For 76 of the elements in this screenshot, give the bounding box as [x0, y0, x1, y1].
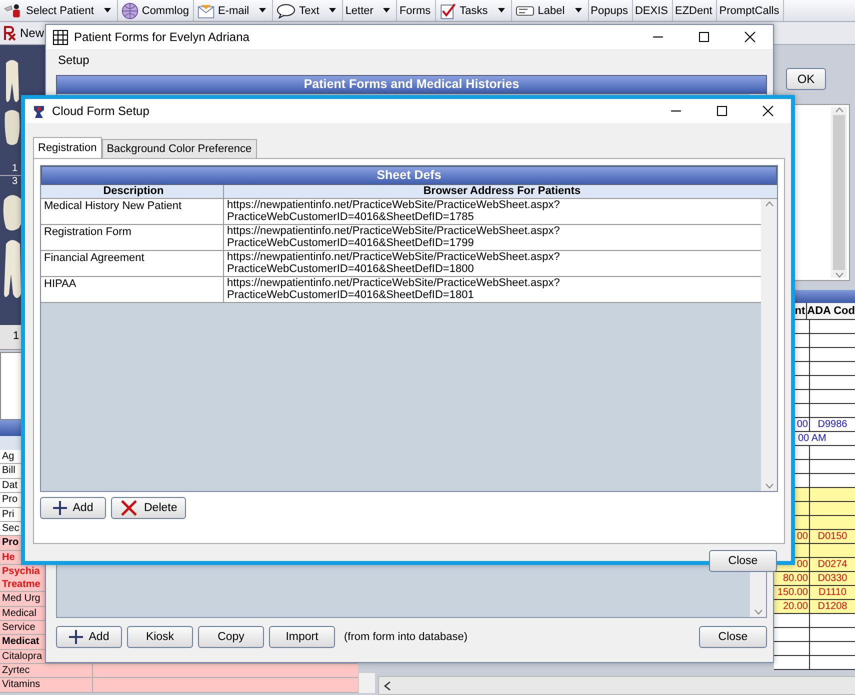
scroll-down-icon[interactable] [764, 483, 774, 489]
table-cell[interactable]: Registration Form [41, 225, 224, 250]
toolbar-button[interactable]: E-mail [194, 0, 254, 21]
column-header: ADA Cod [807, 304, 855, 319]
envelope-icon[interactable] [197, 2, 214, 18]
column-header: Browser Address For Patients [422, 185, 582, 198]
table-cell: 00 [796, 531, 808, 542]
toolbar-button[interactable]: Commlog [118, 0, 193, 21]
table-cell: D0330 [818, 573, 848, 584]
speech-bubble-icon[interactable] [276, 2, 296, 18]
add-button[interactable]: Add [56, 626, 122, 648]
action-button[interactable]: Kiosk [127, 626, 193, 648]
import-note: (from form into database) [344, 631, 468, 643]
toolbar-button[interactable]: Label [512, 0, 569, 21]
table-cell: Vitamins [0, 678, 93, 692]
grid-icon [53, 30, 68, 44]
delete-button[interactable]: Delete [111, 497, 186, 519]
table-cell: D1208 [818, 601, 848, 612]
table-cell: 00 [796, 559, 808, 570]
toolbar-button[interactable]: PromptCalls [717, 0, 784, 21]
table-cell[interactable]: Financial Agreement [41, 251, 224, 276]
ok-button[interactable]: OK [786, 68, 826, 90]
window-title: Patient Forms for Evelyn Adriana [74, 30, 250, 44]
toolbar-button[interactable]: EZDent [673, 0, 716, 21]
table-cell: 150.00 [777, 587, 808, 598]
new-prescription-button[interactable]: New [0, 25, 48, 41]
toolbar-button[interactable]: Tasks [436, 0, 492, 21]
tooth-number: 1 [11, 163, 19, 175]
grid-title: Patient Forms and Medical Histories [56, 75, 767, 94]
table-cell[interactable]: Medical History New Patient [41, 199, 224, 224]
toolbar-button[interactable]: DEXIS [632, 0, 672, 21]
scroll-thumb[interactable] [833, 115, 845, 270]
table-cell: D1110 [818, 587, 846, 598]
scroll-up-icon[interactable] [764, 201, 774, 207]
scroll-up-icon[interactable] [834, 107, 844, 113]
table-cell: D0150 [818, 531, 848, 542]
horizontal-scrollbar[interactable] [378, 676, 855, 695]
menu-item[interactable]: Setup [58, 53, 90, 67]
table-cell[interactable]: https://newpatientinfo.net/PracticeWebSite/PracticeWebSheet.aspx? PracticeWebCustomerID=4016&SheetDefID=1801 [224, 277, 761, 302]
close-button[interactable]: Close [709, 550, 777, 572]
globe-icon[interactable] [121, 2, 138, 19]
table-cell: 80.00 [782, 573, 808, 584]
app-icon [32, 104, 46, 118]
table-cell: 00 [796, 419, 808, 430]
table-cell: 20.00 [782, 601, 808, 612]
checklist-icon[interactable] [439, 2, 456, 19]
action-button[interactable]: Copy [198, 626, 264, 648]
rx-icon [3, 25, 17, 41]
plus-icon [52, 501, 67, 515]
toolbar-button[interactable]: Popups [588, 0, 632, 21]
toolbar-button[interactable]: Forms [397, 0, 435, 21]
toolbar-button[interactable]: Select Patient [0, 0, 98, 21]
table-cell: D9986 [818, 419, 848, 430]
toolbar-button[interactable]: Text [273, 0, 324, 21]
toolbar-button[interactable]: Letter [343, 0, 378, 21]
table-cell-text: 00 AM [797, 432, 826, 445]
scrollbar[interactable] [358, 672, 376, 694]
scroll-down-icon[interactable] [754, 609, 762, 615]
tab[interactable]: Background Color Preference [102, 139, 257, 158]
table-cell: Zyrtec [0, 664, 93, 678]
tab[interactable]: Registration [33, 137, 102, 158]
table-cell[interactable]: HIPAA [41, 277, 224, 302]
person-icon[interactable] [4, 2, 22, 18]
window-title: Cloud Form Setup [52, 104, 150, 118]
label-icon[interactable] [515, 4, 534, 16]
close-button[interactable]: Close [699, 626, 767, 648]
table-cell: D0274 [818, 559, 848, 570]
grid-title: Sheet Defs [41, 166, 777, 185]
column-header: Description [41, 185, 224, 198]
add-button[interactable]: Add [40, 497, 106, 519]
tooth-number: 1 [12, 329, 20, 342]
scroll-down-icon[interactable] [834, 272, 844, 278]
x-icon [120, 499, 138, 517]
table-row[interactable]: HIPAA https://newpatientinfo.net/PracticeWebSite/PracticeWebSheet.aspx? PracticeWebCustomerID=4016&SheetDefID=1801 [41, 277, 761, 303]
action-button[interactable]: Import [269, 626, 335, 648]
plus-icon [68, 630, 83, 644]
